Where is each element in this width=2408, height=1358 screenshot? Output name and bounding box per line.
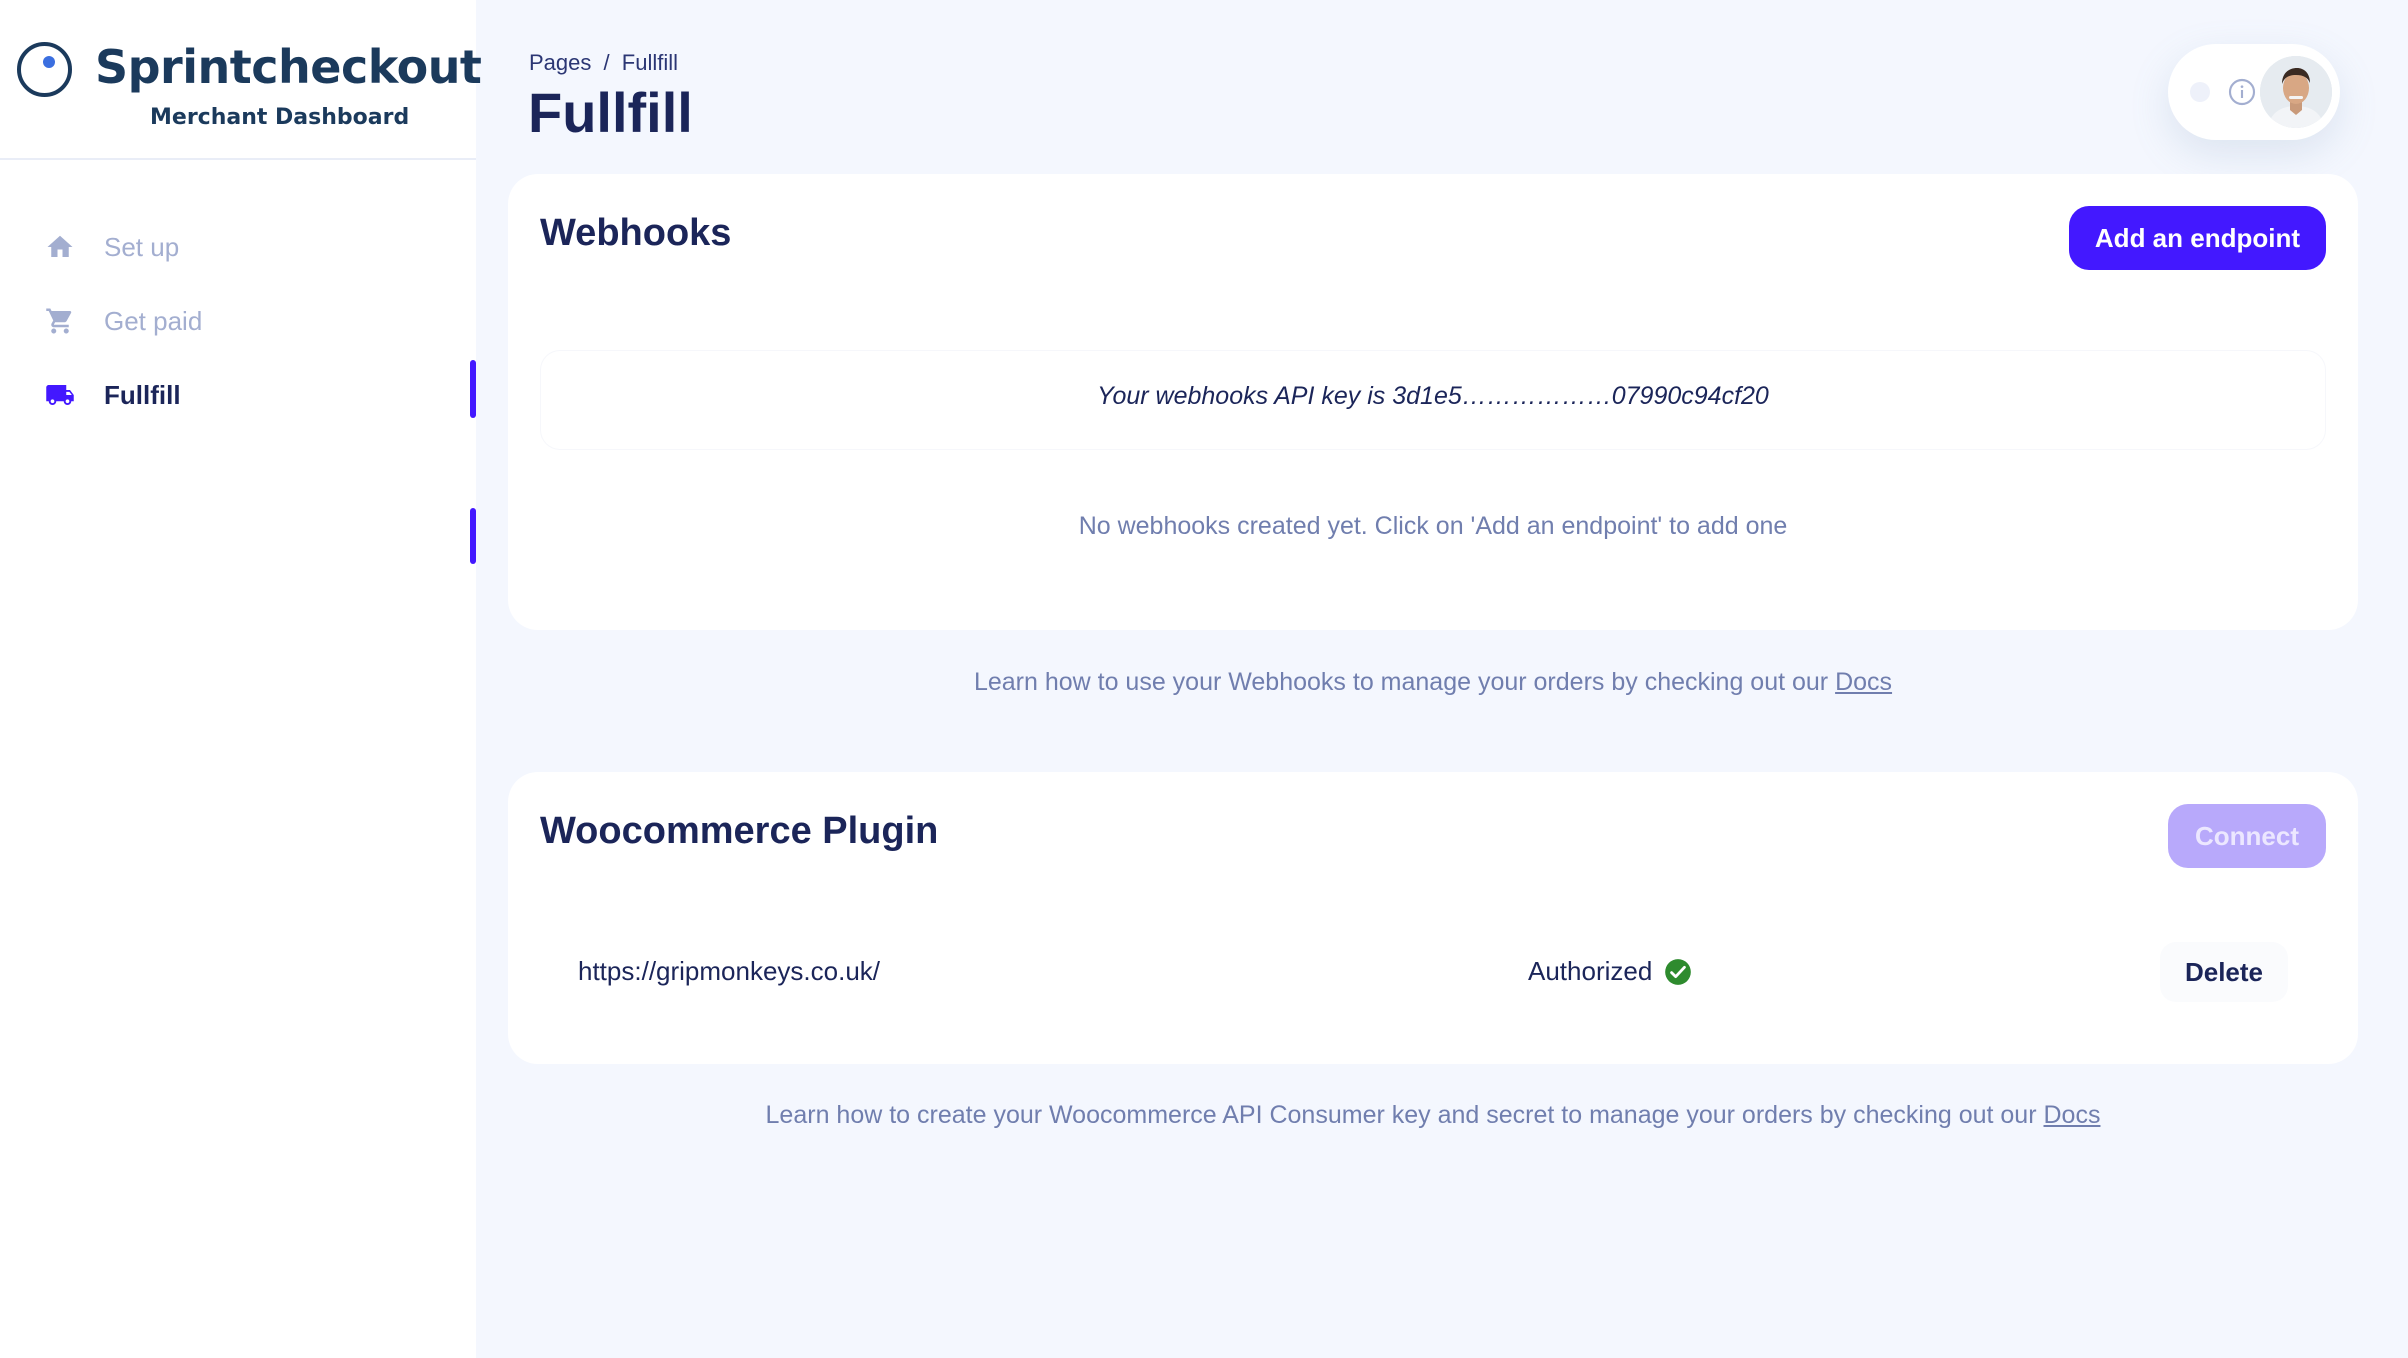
webhooks-title: Webhooks — [540, 212, 732, 254]
breadcrumb-current: Fullfill — [621, 50, 678, 75]
api-key-text: Your webhooks API key is 3d1e5………………0799… — [1097, 382, 1769, 410]
status-badge: Authorized — [1528, 956, 1692, 987]
woocommerce-docs-text: Learn how to create your Woocommerce API… — [765, 1101, 2037, 1129]
store-url: https://gripmonkeys.co.uk/ — [578, 956, 881, 986]
truck-icon — [44, 379, 76, 411]
brand: Sprintcheckout Merchant Dashboard — [0, 0, 482, 160]
active-indicator — [470, 360, 476, 418]
sidebar-item-label: Get paid — [104, 305, 203, 336]
list-item: https://gripmonkeys.co.uk/ Authorized De… — [508, 942, 2358, 1002]
sidebar-nav: Set up Get paid Fullfill — [0, 210, 476, 564]
brand-title: Sprintcheckout — [95, 40, 482, 94]
page-title: Fullfill — [528, 81, 693, 144]
avatar[interactable] — [2260, 56, 2332, 128]
theme-toggle-icon[interactable] — [2190, 82, 2210, 102]
webhooks-docs-link[interactable]: Docs — [1835, 668, 1892, 696]
connect-button[interactable]: Connect — [2168, 804, 2326, 868]
webhooks-docs-hint: Learn how to use your Webhooks to manage… — [508, 668, 2358, 697]
webhooks-card: Webhooks Add an endpoint Your webhooks A… — [508, 174, 2358, 630]
sidebar-item-get-paid[interactable]: Get paid — [0, 284, 476, 358]
sidebar-item-label: Set up — [104, 231, 180, 262]
woocommerce-card: Woocommerce Plugin Connect https://gripm… — [508, 772, 2358, 1064]
brand-subtitle: Merchant Dashboard — [150, 105, 410, 130]
breadcrumb: Pages / Fullfill — [529, 50, 684, 76]
breadcrumb-separator: / — [603, 50, 610, 75]
sidebar: Sprintcheckout Merchant Dashboard Set up… — [0, 0, 482, 1358]
woocommerce-docs-link[interactable]: Docs — [2044, 1101, 2101, 1129]
woocommerce-docs-hint: Learn how to create your Woocommerce API… — [508, 1101, 2358, 1130]
sidebar-item-fullfill[interactable]: Fullfill — [0, 358, 476, 564]
add-endpoint-button[interactable]: Add an endpoint — [2068, 206, 2326, 270]
topbar-controls — [2168, 44, 2340, 140]
info-icon[interactable] — [2226, 76, 2258, 108]
sidebar-item-set-up[interactable]: Set up — [0, 210, 476, 284]
sidebar-item-label: Fullfill — [104, 379, 181, 410]
home-icon — [44, 231, 76, 263]
empty-webhooks-message: No webhooks created yet. Click on 'Add a… — [1078, 512, 1788, 540]
delete-button[interactable]: Delete — [2160, 942, 2288, 1002]
woocommerce-title: Woocommerce Plugin — [540, 810, 939, 852]
logo-icon — [17, 42, 72, 97]
webhooks-docs-text: Learn how to use your Webhooks to manage… — [973, 668, 1829, 696]
check-circle-icon — [1665, 958, 1692, 985]
status-label: Authorized — [1528, 956, 1653, 986]
breadcrumb-pages[interactable]: Pages — [529, 50, 591, 75]
cart-icon — [44, 305, 76, 337]
